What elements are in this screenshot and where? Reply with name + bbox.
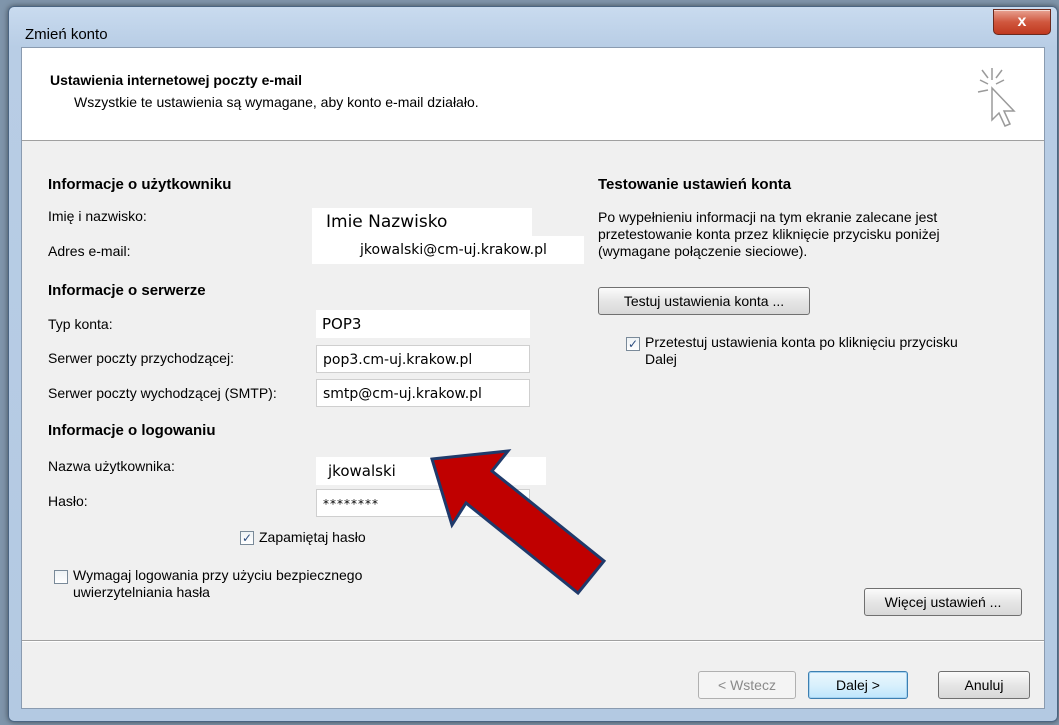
- title-bar[interactable]: Zmień konto x: [9, 7, 1057, 47]
- footer-divider: [22, 640, 1044, 642]
- testing-desc-line1: Po wypełnieniu informacji na tym ekranie…: [598, 209, 938, 225]
- cursor-sparkle-icon: [977, 68, 1016, 127]
- name-label: Imię i nazwisko:: [48, 208, 147, 224]
- account-type-label: Typ konta:: [48, 316, 113, 332]
- window-title: Zmień konto: [25, 26, 108, 43]
- more-settings-button[interactable]: Więcej ustawień ...: [864, 588, 1022, 616]
- spa-label-line1: Wymagaj logowania przy użyciu bezpieczne…: [73, 567, 363, 583]
- back-button[interactable]: < Wstecz: [698, 671, 796, 699]
- outgoing-server-label: Serwer poczty wychodzącej (SMTP):: [48, 385, 277, 401]
- spa-checkbox[interactable]: [54, 570, 68, 584]
- incoming-server-input[interactable]: pop3.cm-uj.krakow.pl: [316, 345, 530, 373]
- close-button[interactable]: x: [993, 9, 1051, 35]
- annotation-arrow-icon: [430, 449, 607, 596]
- password-label: Hasło:: [48, 493, 88, 509]
- email-label: Adres e-mail:: [48, 243, 131, 259]
- auto-test-label-line2: Dalej: [645, 351, 677, 367]
- spa-label-line2: uwierzytelniania hasła: [73, 584, 210, 600]
- login-info-heading: Informacje o logowaniu: [48, 422, 216, 439]
- remember-password-label: Zapamiętaj hasło: [259, 529, 366, 545]
- account-type-value[interactable]: POP3: [316, 310, 530, 338]
- auto-test-checkbox[interactable]: ✓: [626, 337, 640, 351]
- server-info-heading: Informacje o serwerze: [48, 282, 206, 299]
- outgoing-server-input[interactable]: smtp@cm-uj.krakow.pl: [316, 379, 530, 407]
- user-info-heading: Informacje o użytkowniku: [48, 176, 232, 193]
- testing-heading: Testowanie ustawień konta: [598, 176, 792, 193]
- testing-desc-line2: przetestowanie konta przez kliknięcie pr…: [598, 226, 940, 242]
- next-button[interactable]: Dalej >: [808, 671, 908, 699]
- testing-desc-line3: (wymagane połączenie sieciowe).: [598, 243, 808, 259]
- header-subtitle: Wszystkie te ustawienia są wymagane, aby…: [74, 94, 479, 110]
- dialog-window: Zmień konto x Ustawienia internetowej po…: [8, 6, 1058, 722]
- name-input[interactable]: Imie Nazwisko: [312, 208, 532, 236]
- close-icon: x: [1017, 13, 1027, 30]
- username-label: Nazwa użytkownika:: [48, 458, 175, 474]
- remember-password-checkbox[interactable]: ✓: [240, 531, 254, 545]
- test-settings-button[interactable]: Testuj ustawienia konta ...: [598, 287, 810, 315]
- cancel-button[interactable]: Anuluj: [938, 671, 1030, 699]
- email-input[interactable]: jkowalski@cm-uj.krakow.pl: [312, 236, 584, 264]
- header-title: Ustawienia internetowej poczty e-mail: [50, 72, 303, 88]
- auto-test-label-line1: Przetestuj ustawienia konta po kliknięci…: [645, 334, 958, 350]
- wizard-header: Ustawienia internetowej poczty e-mail Ws…: [22, 48, 1044, 141]
- dialog-content: Ustawienia internetowej poczty e-mail Ws…: [21, 47, 1045, 709]
- incoming-server-label: Serwer poczty przychodzącej:: [48, 350, 234, 366]
